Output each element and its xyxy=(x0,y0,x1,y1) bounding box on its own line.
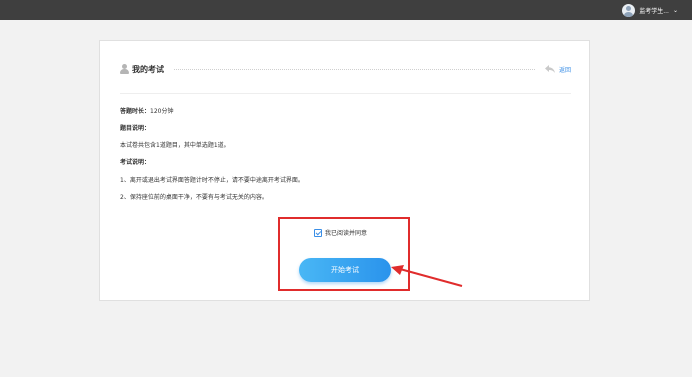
agree-checkbox[interactable] xyxy=(314,228,322,237)
start-exam-button[interactable]: 开始考试 xyxy=(299,258,391,282)
duration-label: 答题时长： xyxy=(120,108,151,115)
duration-value: 120分钟 xyxy=(150,108,174,115)
person-icon xyxy=(120,64,129,74)
agree-checkbox-row[interactable]: 我已阅读并同意 xyxy=(314,228,367,237)
page-title: 我的考试 xyxy=(132,64,164,74)
header-separator xyxy=(120,93,571,94)
back-link[interactable]: 返回 xyxy=(544,65,571,74)
question-heading: 题目说明： xyxy=(120,125,151,132)
duration-row: 答题时长：120分钟 xyxy=(120,108,173,116)
exam-heading: 考试说明： xyxy=(120,159,151,166)
dotted-divider xyxy=(174,68,535,70)
agree-label: 我已阅读并同意 xyxy=(325,230,368,237)
avatar xyxy=(622,3,636,17)
top-bar: 监考学生... ⌄ xyxy=(0,0,692,20)
rule-2: 2、保持座位前的桌面干净，不要有与考试无关的内容。 xyxy=(120,194,268,201)
user-name: 监考学生... xyxy=(639,7,669,15)
back-label: 返回 xyxy=(558,66,571,74)
exam-card: 我的考试 返回 答题时长：120分钟 题目说明： 本试卷共包含1道题目，其中单选… xyxy=(99,40,590,301)
chevron-down-icon: ⌄ xyxy=(672,6,678,14)
question-text: 本试卷共包含1道题目，其中单选题1道。 xyxy=(120,142,230,149)
rule-1: 1、离开或退出考试界面答题计时不停止，请不要中途离开考试界面。 xyxy=(120,177,304,184)
user-menu[interactable]: 监考学生... ⌄ xyxy=(622,2,678,18)
back-arrow-icon xyxy=(544,65,555,73)
card-header: 我的考试 返回 xyxy=(120,62,571,76)
